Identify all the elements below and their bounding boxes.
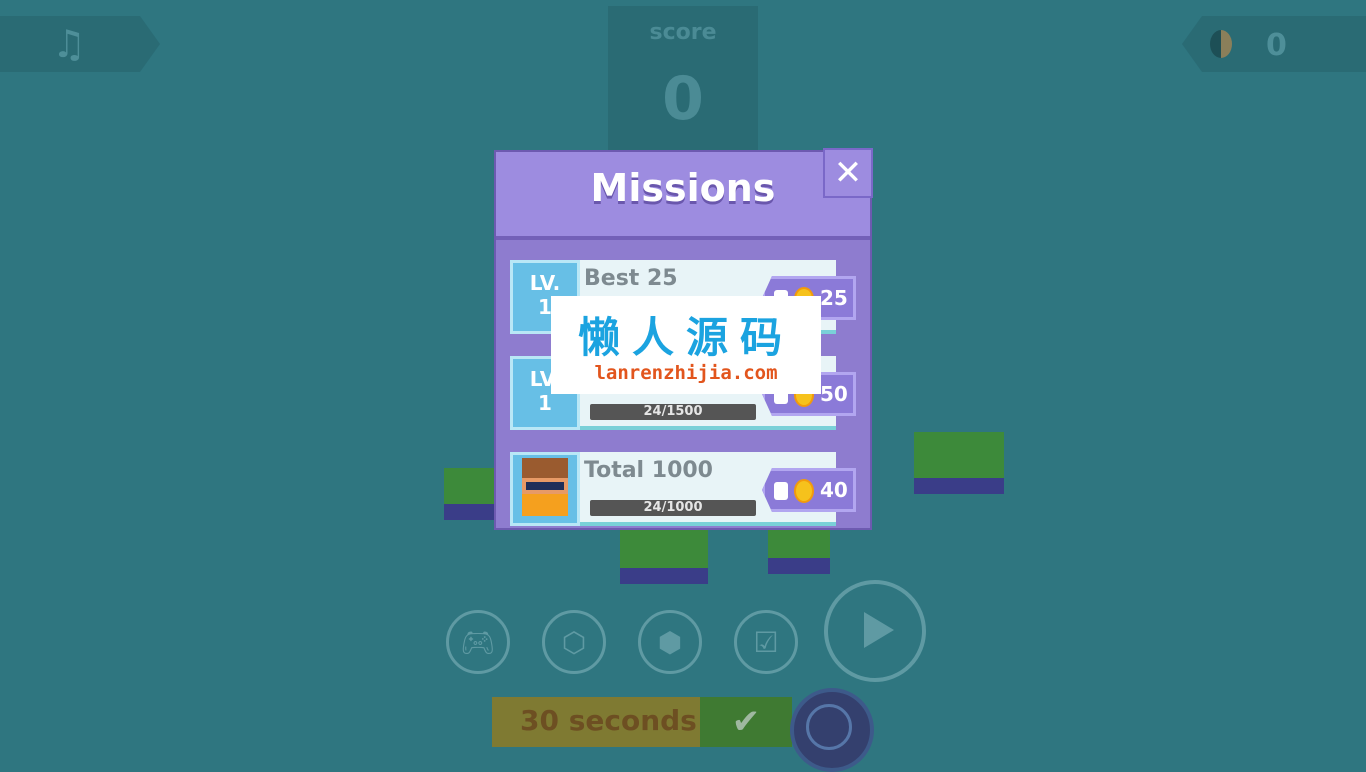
missions-button[interactable]: ☑ xyxy=(734,610,798,674)
ground-block xyxy=(620,528,708,584)
coin-icon xyxy=(1210,30,1232,58)
reward-value: 40 xyxy=(820,478,848,502)
platform-icon: ⬡ xyxy=(561,625,587,659)
lock-icon xyxy=(774,482,788,500)
character-avatar xyxy=(522,458,568,478)
level-label: LV. xyxy=(529,271,561,295)
music-note-icon[interactable]: ♫ xyxy=(52,22,86,66)
ground-block xyxy=(768,528,830,574)
coin-count: 0 xyxy=(1266,28,1287,63)
timer-check-button[interactable]: ✔ xyxy=(700,697,792,747)
clipboard-check-icon: ☑ xyxy=(753,625,779,659)
watermark-url: lanrenzhijia.com xyxy=(594,362,778,384)
score-value: 0 xyxy=(662,64,704,134)
mission-progress: 24/1500 xyxy=(590,404,756,420)
reward-value: 25 xyxy=(820,286,848,310)
mission-progress: 24/1000 xyxy=(590,500,756,516)
mission-title: Total 1000 xyxy=(584,458,713,483)
reward-value: 50 xyxy=(820,382,848,406)
stopwatch-icon xyxy=(806,704,852,750)
gamepad-button[interactable]: 🎮︎ xyxy=(446,610,510,674)
character-glasses xyxy=(526,482,564,490)
mission-title: Best 25 xyxy=(584,266,678,291)
coin-icon xyxy=(794,479,814,503)
character-cube-icon: ⬢ xyxy=(657,625,683,659)
play-icon xyxy=(864,612,894,648)
score-label: score xyxy=(649,20,717,45)
missions-title: Missions xyxy=(590,166,776,210)
ground-block xyxy=(444,468,496,520)
platform-button[interactable]: ⬡ xyxy=(542,610,606,674)
watermark-title: 懒人源码 xyxy=(577,313,794,362)
level-value: 1 xyxy=(538,391,552,415)
close-icon: ✕ xyxy=(833,153,863,193)
character-button[interactable]: ⬢ xyxy=(638,610,702,674)
character-body xyxy=(522,494,568,516)
close-button[interactable]: ✕ xyxy=(823,148,873,198)
ground-block xyxy=(914,432,1004,494)
timer-label: 30 seconds xyxy=(520,704,697,737)
gamepad-icon: 🎮︎ xyxy=(460,625,496,659)
